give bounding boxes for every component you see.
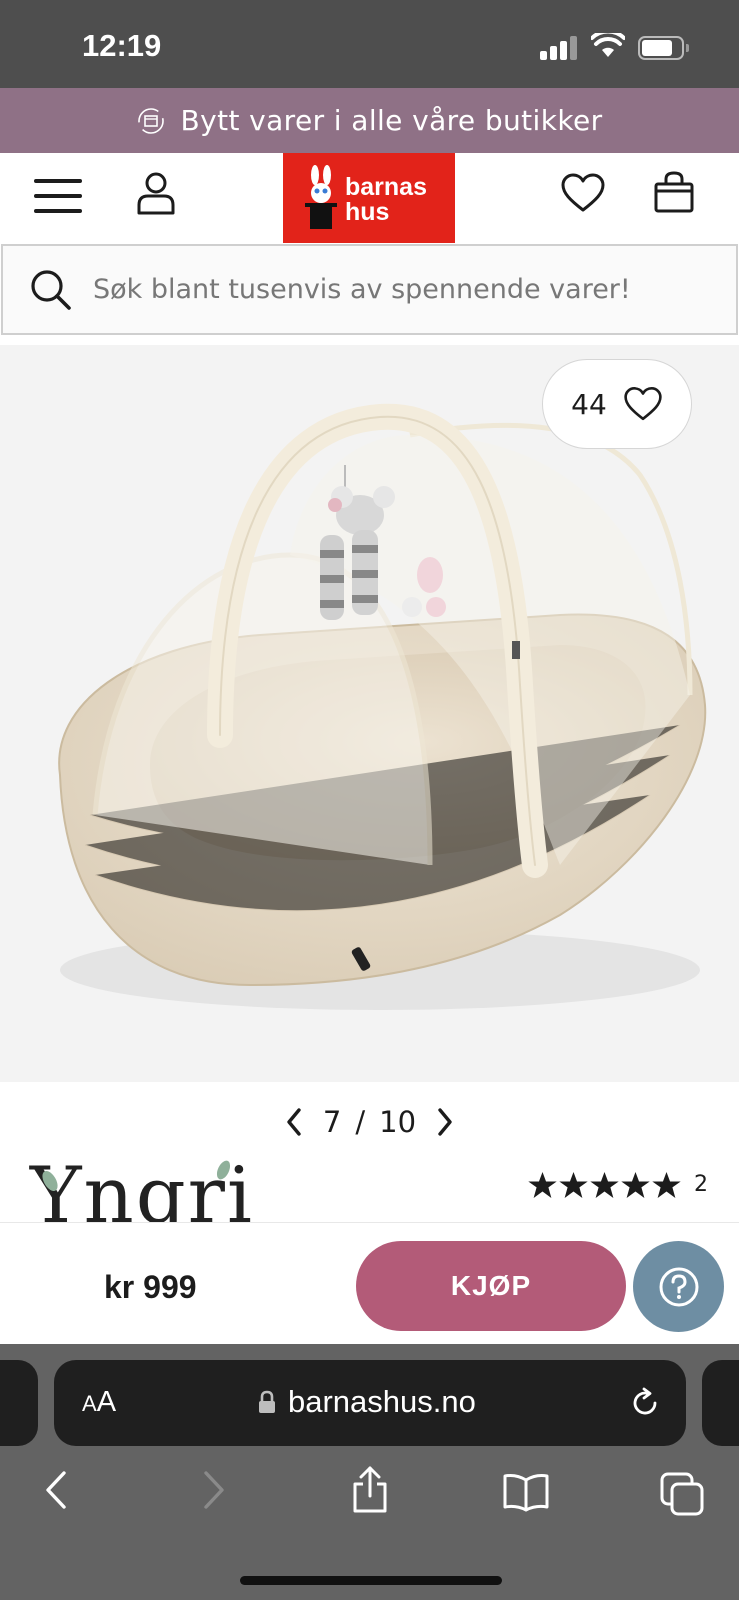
shopping-bag-icon[interactable] bbox=[654, 171, 694, 213]
lock-icon bbox=[259, 1390, 275, 1413]
menu-icon[interactable] bbox=[34, 177, 82, 215]
brand-rating-row: Yngri 2 bbox=[0, 1150, 739, 1223]
favorite-button[interactable]: 44 bbox=[542, 359, 692, 449]
star-icon bbox=[652, 1172, 681, 1198]
star-icon bbox=[590, 1172, 619, 1198]
wifi-icon bbox=[591, 33, 625, 57]
help-button[interactable] bbox=[633, 1241, 724, 1332]
chevron-right-icon bbox=[438, 1108, 452, 1136]
buy-bar: kr 999 KJØP bbox=[0, 1222, 739, 1344]
search-icon[interactable] bbox=[29, 268, 73, 312]
bookmarks-icon[interactable] bbox=[502, 1472, 550, 1512]
account-icon[interactable] bbox=[136, 171, 176, 215]
prev-image-button[interactable] bbox=[279, 1102, 309, 1142]
pager-current: 7 bbox=[322, 1105, 342, 1139]
product-price: kr 999 bbox=[104, 1269, 197, 1305]
next-image-button[interactable] bbox=[430, 1102, 460, 1142]
browser-toolbar: AA barnashus.no bbox=[0, 1344, 739, 1600]
question-icon bbox=[659, 1267, 698, 1306]
rabbit-in-hat-icon bbox=[305, 165, 337, 229]
star-rating[interactable] bbox=[528, 1172, 681, 1198]
product-image-gallery[interactable]: 44 bbox=[0, 345, 739, 1082]
tabs-icon[interactable] bbox=[660, 1472, 704, 1516]
reader-settings-button[interactable]: AA bbox=[82, 1386, 116, 1419]
cellular-signal-icon bbox=[540, 36, 578, 60]
home-indicator bbox=[240, 1576, 502, 1585]
reload-icon[interactable] bbox=[628, 1386, 662, 1420]
battery-icon bbox=[638, 36, 690, 60]
status-time: 12:19 bbox=[82, 28, 162, 63]
promo-text: Bytt varer i alle våre butikker bbox=[180, 104, 603, 137]
search-bar[interactable] bbox=[1, 244, 738, 335]
previous-tab-peek[interactable] bbox=[0, 1360, 38, 1446]
forward-icon[interactable] bbox=[202, 1470, 226, 1510]
next-tab-peek[interactable] bbox=[702, 1360, 739, 1446]
address-bar[interactable]: AA barnashus.no bbox=[54, 1360, 686, 1446]
site-header: barnas hus bbox=[0, 153, 739, 243]
heart-icon bbox=[624, 387, 662, 421]
exchange-box-icon bbox=[138, 107, 165, 134]
url-text: barnashus.no bbox=[288, 1384, 476, 1419]
logo-text: barnas hus bbox=[345, 173, 427, 226]
share-icon[interactable] bbox=[350, 1466, 390, 1514]
star-icon bbox=[528, 1172, 557, 1198]
image-pager: 7 / 10 bbox=[0, 1100, 739, 1144]
back-icon[interactable] bbox=[44, 1470, 68, 1510]
barnashus-logo[interactable]: barnas hus bbox=[283, 153, 455, 243]
heart-icon[interactable] bbox=[560, 173, 606, 213]
review-count[interactable]: 2 bbox=[694, 1172, 708, 1197]
search-input[interactable] bbox=[93, 274, 693, 305]
url-display[interactable]: barnashus.no bbox=[258, 1384, 476, 1420]
promo-banner[interactable]: Bytt varer i alle våre butikker bbox=[0, 88, 739, 153]
pager-separator: / bbox=[355, 1105, 366, 1139]
favorites-count: 44 bbox=[571, 387, 607, 421]
star-icon bbox=[559, 1172, 588, 1198]
chevron-left-icon bbox=[287, 1108, 301, 1136]
buy-button[interactable]: KJØP bbox=[356, 1241, 626, 1331]
star-icon bbox=[621, 1172, 650, 1198]
pager-total: 10 bbox=[379, 1105, 417, 1139]
product-image[interactable] bbox=[0, 345, 739, 1082]
status-bar: 12:19 bbox=[0, 0, 739, 88]
